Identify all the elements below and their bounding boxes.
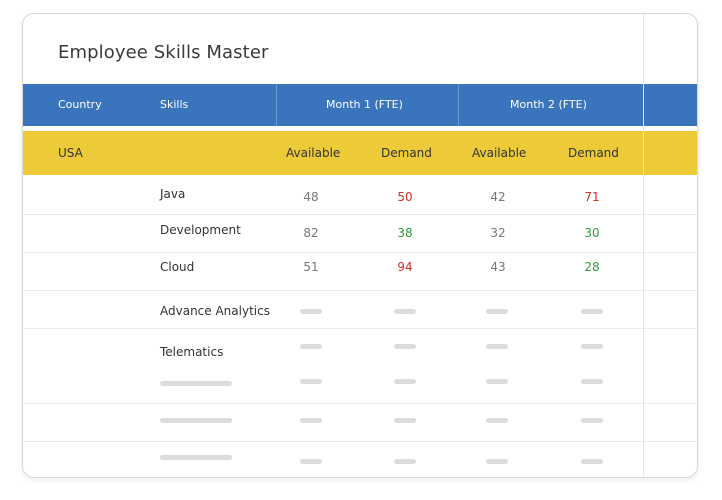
skill-name: Cloud [160,260,195,274]
placeholder-bar [581,309,603,314]
placeholder-bar [300,459,322,464]
m2-available: 32 [490,226,506,240]
placeholder-bar [394,459,416,464]
table-header: Country Skills Month 1 (FTE) Month 2 (FT… [23,84,697,126]
table-row[interactable]: Cloud 51 94 43 28 [23,253,697,291]
header-month-1: Month 1 (FTE) [326,98,403,111]
placeholder-row [23,442,697,477]
placeholder-bar [160,455,232,460]
placeholder-bar [300,379,322,384]
m1-demand: 50 [397,190,413,204]
placeholder-bar [300,309,322,314]
m2-available: 43 [490,260,506,274]
placeholder-bar [300,344,322,349]
divider [458,84,459,126]
country-group-row[interactable]: USA Available Demand Available Demand [23,131,697,175]
m1-available: 48 [303,190,319,204]
table-row[interactable]: Telematics [23,329,697,366]
subheader-demand-1: Demand [381,146,432,160]
placeholder-bar [394,418,416,423]
header-skills: Skills [160,98,189,111]
m2-demand: 71 [584,190,600,204]
placeholder-bar [486,344,508,349]
m1-demand: 94 [397,260,413,274]
placeholder-row [23,366,697,404]
table-row[interactable]: Advance Analytics [23,291,697,329]
m1-available: 51 [303,260,319,274]
placeholder-bar [581,379,603,384]
subheader-available-2: Available [472,146,527,160]
placeholder-bar [486,379,508,384]
skill-name: Advance Analytics [160,304,270,318]
skill-name: Development [160,223,241,237]
table-row[interactable]: Java 48 50 42 71 [23,177,697,215]
skills-card: Employee Skills Master Country Skills Mo… [22,13,698,478]
divider [276,84,277,126]
placeholder-row [23,404,697,442]
page-title: Employee Skills Master [58,42,269,63]
placeholder-bar [486,418,508,423]
header-country: Country [58,98,102,111]
placeholder-bar [160,418,232,423]
placeholder-bar [486,459,508,464]
placeholder-bar [300,418,322,423]
m2-available: 42 [490,190,506,204]
placeholder-bar [394,344,416,349]
subheader-demand-2: Demand [568,146,619,160]
placeholder-bar [486,309,508,314]
header-month-2: Month 2 (FTE) [510,98,587,111]
m1-demand: 38 [397,226,413,240]
table-row[interactable]: Development 82 38 32 30 [23,215,697,253]
placeholder-bar [581,344,603,349]
placeholder-bar [581,418,603,423]
placeholder-bar [581,459,603,464]
m2-demand: 30 [584,226,600,240]
m2-demand: 28 [584,260,600,274]
placeholder-bar [160,381,232,386]
country-label: USA [58,146,83,160]
placeholder-bar [394,379,416,384]
m1-available: 82 [303,226,319,240]
placeholder-bar [394,309,416,314]
skill-name: Java [160,187,186,201]
subheader-available-1: Available [286,146,341,160]
skill-name: Telematics [160,345,224,359]
